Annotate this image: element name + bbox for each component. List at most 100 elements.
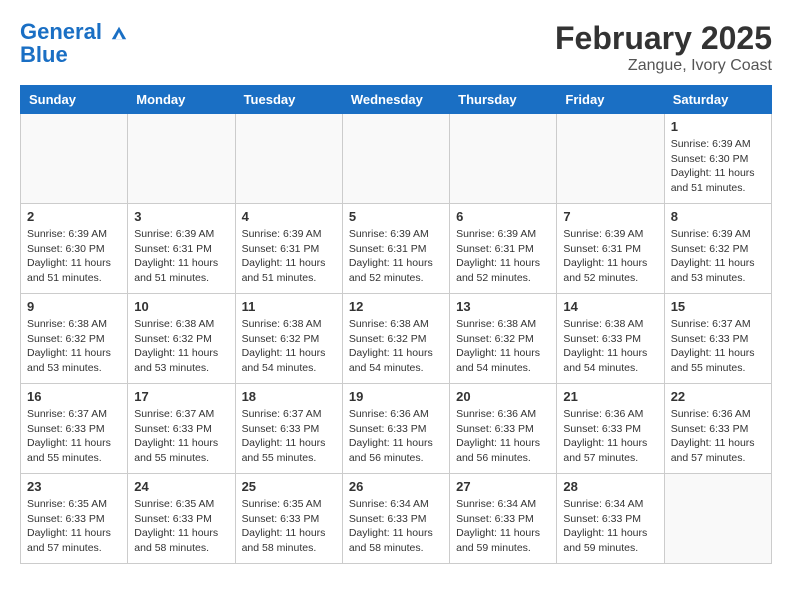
calendar-cell: 1 Sunrise: 6:39 AM Sunset: 6:30 PM Daylig… (664, 114, 771, 204)
calendar-cell: 9 Sunrise: 6:38 AM Sunset: 6:32 PM Daylig… (21, 294, 128, 384)
calendar-cell: 11 Sunrise: 6:38 AM Sunset: 6:32 PM Dayli… (235, 294, 342, 384)
calendar-week-row: 9 Sunrise: 6:38 AM Sunset: 6:32 PM Daylig… (21, 294, 772, 384)
calendar-cell: 21 Sunrise: 6:36 AM Sunset: 6:33 PM Dayli… (557, 384, 664, 474)
calendar-cell: 7Sunrise: 6:39 AM Sunset: 6:31 PM Daylig… (557, 204, 664, 294)
calendar-cell: 27 Sunrise: 6:34 AM Sunset: 6:33 PM Dayli… (450, 474, 557, 564)
day-number: 9 (27, 299, 121, 314)
day-info: Sunrise: 6:37 AM Sunset: 6:33 PM Dayligh… (671, 317, 765, 376)
calendar-cell: 25 Sunrise: 6:35 AM Sunset: 6:33 PM Dayli… (235, 474, 342, 564)
calendar-cell: 4 Sunrise: 6:39 AM Sunset: 6:31 PM Daylig… (235, 204, 342, 294)
calendar-cell (664, 474, 771, 564)
weekday-header: Saturday (664, 86, 771, 114)
day-info: Sunrise: 6:37 AM Sunset: 6:33 PM Dayligh… (134, 407, 228, 466)
page-header: General Blue February 2025 Zangue, Ivory… (20, 20, 772, 75)
calendar-cell (342, 114, 449, 204)
day-info: Sunrise: 6:35 AM Sunset: 6:33 PM Dayligh… (242, 497, 336, 556)
day-info: Sunrise: 6:34 AM Sunset: 6:33 PM Dayligh… (349, 497, 443, 556)
calendar-cell (235, 114, 342, 204)
title-block: February 2025 Zangue, Ivory Coast (555, 20, 772, 75)
day-number: 25 (242, 479, 336, 494)
day-number: 1 (671, 119, 765, 134)
calendar-header-row: SundayMondayTuesdayWednesdayThursdayFrid… (21, 86, 772, 114)
calendar-cell: 20 Sunrise: 6:36 AM Sunset: 6:33 PM Dayli… (450, 384, 557, 474)
location: Zangue, Ivory Coast (555, 57, 772, 75)
calendar-cell: 2 Sunrise: 6:39 AM Sunset: 6:30 PM Daylig… (21, 204, 128, 294)
calendar-cell: 5 Sunrise: 6:39 AM Sunset: 6:31 PM Daylig… (342, 204, 449, 294)
day-number: 5 (349, 209, 443, 224)
day-info: Sunrise: 6:38 AM Sunset: 6:32 PM Dayligh… (349, 317, 443, 376)
calendar-cell: 24Sunrise: 6:35 AM Sunset: 6:33 PM Dayli… (128, 474, 235, 564)
day-info: Sunrise: 6:39 AM Sunset: 6:32 PM Dayligh… (671, 227, 765, 286)
day-info: Sunrise: 6:39 AM Sunset: 6:31 PM Dayligh… (349, 227, 443, 286)
day-info: Sunrise: 6:39 AM Sunset: 6:31 PM Dayligh… (242, 227, 336, 286)
day-info: Sunrise: 6:35 AM Sunset: 6:33 PM Dayligh… (27, 497, 121, 556)
calendar-table: SundayMondayTuesdayWednesdayThursdayFrid… (20, 85, 772, 564)
day-info: Sunrise: 6:39 AM Sunset: 6:31 PM Dayligh… (456, 227, 550, 286)
weekday-header: Thursday (450, 86, 557, 114)
calendar-cell: 10 Sunrise: 6:38 AM Sunset: 6:32 PM Dayli… (128, 294, 235, 384)
calendar-cell (21, 114, 128, 204)
calendar-cell: 3 Sunrise: 6:39 AM Sunset: 6:31 PM Daylig… (128, 204, 235, 294)
day-number: 4 (242, 209, 336, 224)
calendar-cell: 16Sunrise: 6:37 AM Sunset: 6:33 PM Dayli… (21, 384, 128, 474)
calendar-cell: 15 Sunrise: 6:37 AM Sunset: 6:33 PM Dayli… (664, 294, 771, 384)
day-info: Sunrise: 6:39 AM Sunset: 6:31 PM Dayligh… (134, 227, 228, 286)
calendar-cell: 26 Sunrise: 6:34 AM Sunset: 6:33 PM Dayli… (342, 474, 449, 564)
day-info: Sunrise: 6:39 AM Sunset: 6:31 PM Dayligh… (563, 227, 657, 286)
day-number: 21 (563, 389, 657, 404)
calendar-cell (128, 114, 235, 204)
day-number: 6 (456, 209, 550, 224)
logo-blue: Blue (20, 44, 128, 66)
day-number: 27 (456, 479, 550, 494)
day-info: Sunrise: 6:34 AM Sunset: 6:33 PM Dayligh… (456, 497, 550, 556)
calendar-week-row: 16Sunrise: 6:37 AM Sunset: 6:33 PM Dayli… (21, 384, 772, 474)
calendar-cell (557, 114, 664, 204)
day-number: 12 (349, 299, 443, 314)
day-number: 26 (349, 479, 443, 494)
calendar-cell: 14Sunrise: 6:38 AM Sunset: 6:33 PM Dayli… (557, 294, 664, 384)
day-info: Sunrise: 6:36 AM Sunset: 6:33 PM Dayligh… (671, 407, 765, 466)
calendar-cell: 17 Sunrise: 6:37 AM Sunset: 6:33 PM Dayli… (128, 384, 235, 474)
calendar-cell: 18 Sunrise: 6:37 AM Sunset: 6:33 PM Dayli… (235, 384, 342, 474)
day-info: Sunrise: 6:37 AM Sunset: 6:33 PM Dayligh… (242, 407, 336, 466)
weekday-header: Tuesday (235, 86, 342, 114)
logo-text: General (20, 20, 128, 44)
day-info: Sunrise: 6:39 AM Sunset: 6:30 PM Dayligh… (27, 227, 121, 286)
calendar-week-row: 2 Sunrise: 6:39 AM Sunset: 6:30 PM Daylig… (21, 204, 772, 294)
day-info: Sunrise: 6:36 AM Sunset: 6:33 PM Dayligh… (563, 407, 657, 466)
day-info: Sunrise: 6:37 AM Sunset: 6:33 PM Dayligh… (27, 407, 121, 466)
day-number: 19 (349, 389, 443, 404)
day-number: 15 (671, 299, 765, 314)
day-number: 10 (134, 299, 228, 314)
day-number: 3 (134, 209, 228, 224)
day-number: 8 (671, 209, 765, 224)
day-number: 18 (242, 389, 336, 404)
calendar-cell: 28 Sunrise: 6:34 AM Sunset: 6:33 PM Dayli… (557, 474, 664, 564)
calendar-week-row: 23 Sunrise: 6:35 AM Sunset: 6:33 PM Dayli… (21, 474, 772, 564)
day-info: Sunrise: 6:36 AM Sunset: 6:33 PM Dayligh… (456, 407, 550, 466)
day-number: 22 (671, 389, 765, 404)
day-info: Sunrise: 6:35 AM Sunset: 6:33 PM Dayligh… (134, 497, 228, 556)
day-info: Sunrise: 6:38 AM Sunset: 6:32 PM Dayligh… (242, 317, 336, 376)
month-title: February 2025 (555, 20, 772, 57)
calendar-cell: 13 Sunrise: 6:38 AM Sunset: 6:32 PM Dayli… (450, 294, 557, 384)
day-info: Sunrise: 6:34 AM Sunset: 6:33 PM Dayligh… (563, 497, 657, 556)
day-number: 14 (563, 299, 657, 314)
day-info: Sunrise: 6:38 AM Sunset: 6:32 PM Dayligh… (27, 317, 121, 376)
day-number: 23 (27, 479, 121, 494)
calendar-cell: 23 Sunrise: 6:35 AM Sunset: 6:33 PM Dayli… (21, 474, 128, 564)
logo: General Blue (20, 20, 128, 66)
day-number: 11 (242, 299, 336, 314)
day-info: Sunrise: 6:39 AM Sunset: 6:30 PM Dayligh… (671, 137, 765, 196)
day-number: 17 (134, 389, 228, 404)
day-number: 13 (456, 299, 550, 314)
calendar-week-row: 1 Sunrise: 6:39 AM Sunset: 6:30 PM Daylig… (21, 114, 772, 204)
weekday-header: Wednesday (342, 86, 449, 114)
day-info: Sunrise: 6:38 AM Sunset: 6:32 PM Dayligh… (134, 317, 228, 376)
day-info: Sunrise: 6:38 AM Sunset: 6:32 PM Dayligh… (456, 317, 550, 376)
weekday-header: Monday (128, 86, 235, 114)
day-number: 2 (27, 209, 121, 224)
calendar-cell: 8 Sunrise: 6:39 AM Sunset: 6:32 PM Daylig… (664, 204, 771, 294)
day-number: 20 (456, 389, 550, 404)
day-number: 28 (563, 479, 657, 494)
